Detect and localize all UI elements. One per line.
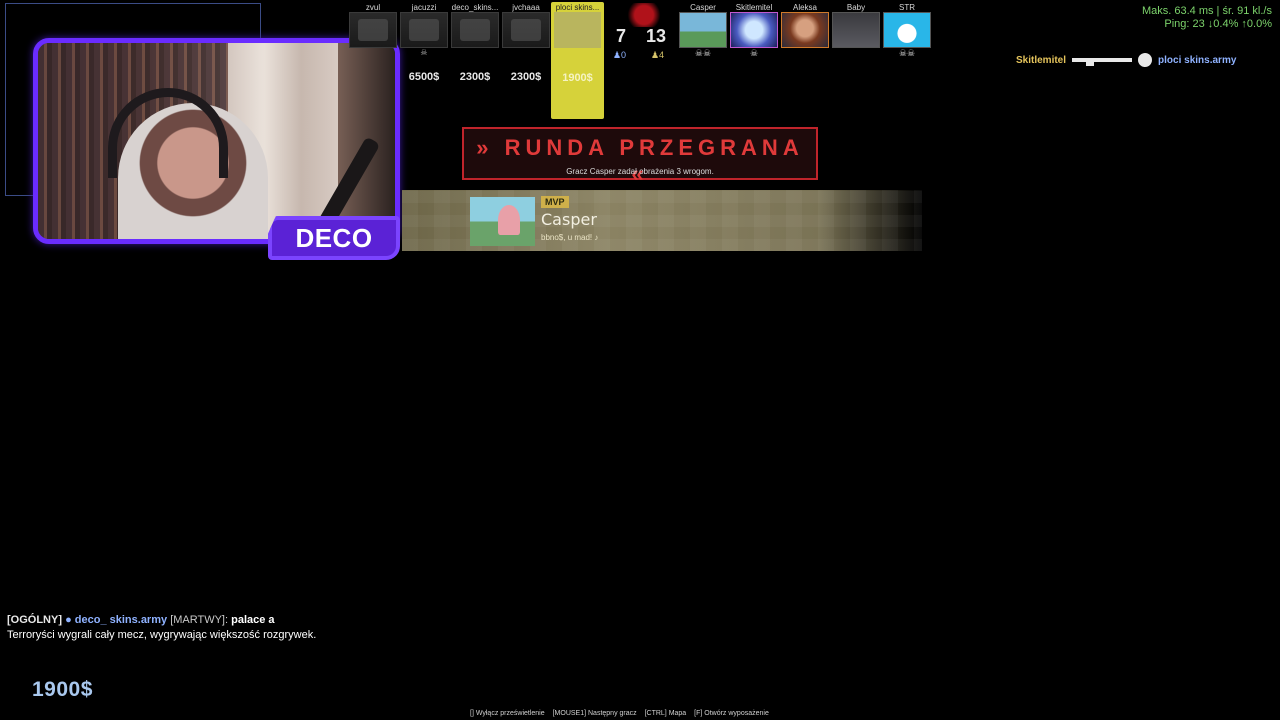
ct-player-name-4: Baby	[846, 3, 866, 12]
chat-system-message: Terroryści wygrali cały mecz, wygrywając…	[7, 629, 317, 641]
round-result-title: » RUNDA PRZEGRANA «	[476, 135, 804, 186]
mvp-music-kit: bbno$, u mad! ♪	[541, 233, 599, 242]
kill-feed-entry: Skitlemitel ploci skins.army	[1016, 52, 1236, 68]
webcam-frame	[33, 38, 400, 244]
webcam-name-tag: DECO	[268, 216, 400, 260]
chat-box: [OGÓLNY] ● deco_ skins.army [MARTWY]: pa…	[7, 613, 316, 643]
t-alive-icon: ♟	[613, 50, 622, 60]
t-player-slot-1[interactable]	[349, 12, 397, 48]
chat-text: palace a	[231, 614, 275, 626]
ct-player-kills-5: ☠☠	[898, 48, 916, 58]
ct-alive-icon: ♟	[651, 50, 660, 60]
t-player-name-2: jacuzzi	[411, 3, 437, 12]
t-player-name-3: deco_skins...	[451, 3, 499, 12]
round-result-banner: » RUNDA PRZEGRANA « Gracz Casper zadał o…	[462, 127, 818, 186]
mvp-player-name: Casper	[541, 210, 597, 229]
ct-player-name-1: Casper	[690, 3, 716, 12]
spectator-hints: [] Wyłącz prześwietlenie [MOUSE1] Następ…	[470, 710, 775, 717]
t-player-slot-3[interactable]	[451, 12, 499, 48]
spectated-player-model	[554, 12, 601, 48]
ct-player-kills-2: ☠	[749, 48, 759, 58]
t-alive-count: 0	[621, 50, 627, 60]
ct-player-avatar-5[interactable]	[883, 12, 931, 48]
t-player-money-2: 6500$	[408, 71, 440, 83]
hint-xray[interactable]: [] Wyłącz prześwietlenie	[470, 710, 545, 717]
t-player-money-4: 2300$	[510, 71, 542, 83]
kill-feed-victim: ploci skins.army	[1158, 54, 1237, 66]
chat-bullet: ●	[65, 614, 72, 626]
ct-player-avatar-4[interactable]	[832, 12, 880, 48]
net-graph-line-1: Maks. 63.4 ms | śr. 91 kl./s	[1141, 5, 1272, 17]
bomb-icon	[624, 3, 664, 27]
net-graph-line-2: Ping: 23 ↓0.4% ↑0.0%	[1164, 18, 1272, 30]
t-player-name-1: zvul	[365, 3, 381, 12]
t-score: 7	[616, 26, 627, 46]
dead-skull-icon: ☠	[420, 48, 428, 57]
ak47-weapon-icon	[1072, 54, 1133, 66]
hud-money: 1900$	[32, 678, 93, 701]
chat-dead-status: [MARTWY]:	[170, 614, 229, 626]
kill-feed-killer: Skitlemitel	[1016, 54, 1067, 66]
t-player-slot-2[interactable]	[400, 12, 448, 48]
ct-score: 13	[646, 26, 667, 46]
t-player-money-3: 2300$	[459, 71, 491, 83]
t-player-slot-4[interactable]	[502, 12, 550, 48]
t-player-name-4: jvchaaa	[512, 3, 540, 12]
ct-alive-count: 4	[659, 50, 665, 60]
ct-player-name-3: Aleksa	[792, 3, 817, 12]
webcam-video	[38, 43, 395, 239]
ct-player-name-5: STR	[899, 3, 915, 12]
ct-player-avatar-2[interactable]	[730, 12, 778, 48]
spectated-player-money: 1900$	[562, 72, 593, 84]
chat-channel-tag: [OGÓLNY]	[7, 614, 62, 626]
ct-player-avatar-3[interactable]	[781, 12, 829, 48]
ct-player-avatar-1[interactable]	[679, 12, 727, 48]
headshot-icon	[1138, 53, 1153, 67]
hint-next-player[interactable]: [MOUSE1] Następny gracz	[553, 710, 637, 717]
spectated-player-name: ploci skins...	[555, 3, 600, 12]
chat-player-name: deco_ skins.army	[74, 614, 168, 626]
chat-message: [OGÓLNY] ● deco_ skins.army [MARTWY]: pa…	[7, 613, 316, 628]
spectated-player-slot[interactable]: ploci skins... 1900$	[551, 2, 604, 119]
net-graph: Maks. 63.4 ms | śr. 91 kl./s Ping: 23 ↓0…	[1142, 5, 1272, 31]
mvp-badge: MVP	[541, 196, 569, 208]
hint-map[interactable]: [CTRL] Mapa	[645, 710, 687, 717]
round-result-subtitle: Gracz Casper zadał obrażenia 3 wrogom.	[566, 167, 714, 176]
ct-player-kills-1: ☠☠	[694, 48, 712, 58]
mvp-avatar-character	[498, 205, 520, 235]
hint-loadout[interactable]: [F] Otwórz wyposażenie	[694, 710, 769, 717]
ct-player-name-2: Skitlemitel	[735, 3, 773, 12]
